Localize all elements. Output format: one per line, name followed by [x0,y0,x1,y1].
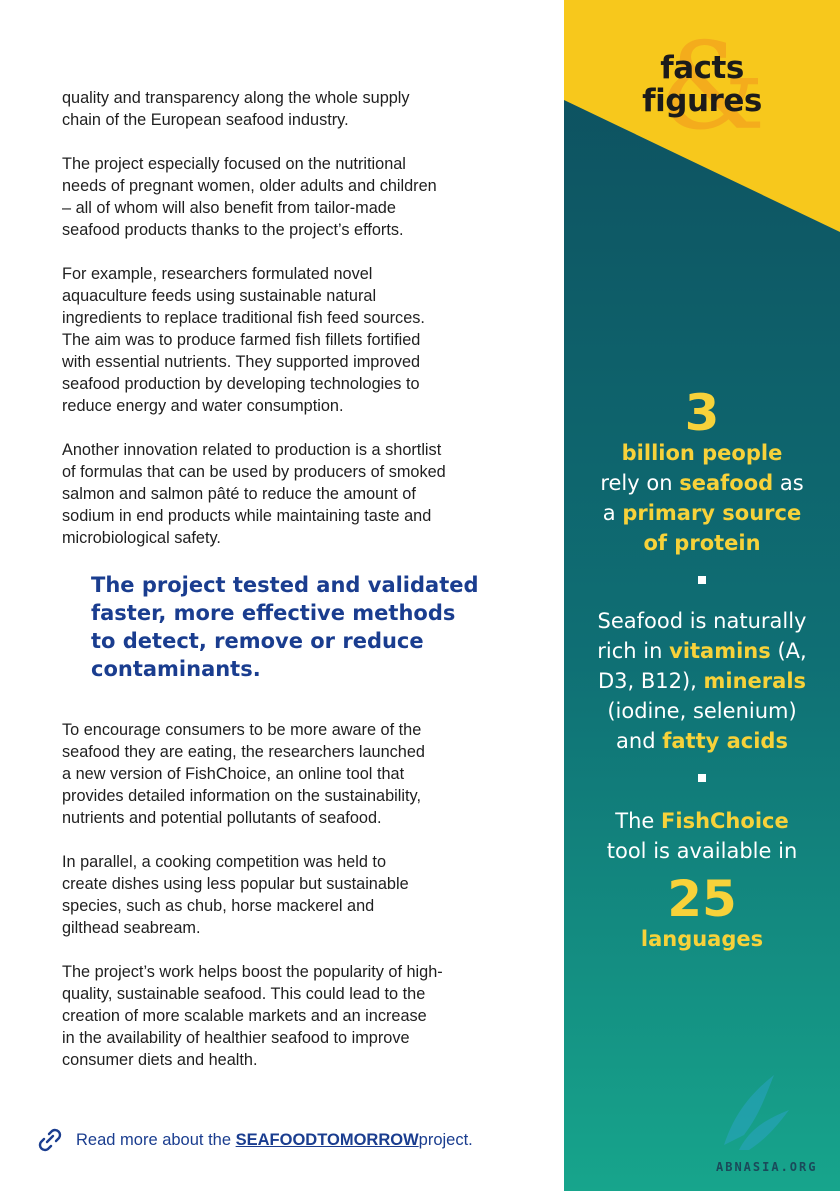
fact-text: as [773,471,804,495]
fact-fatty-acids: fatty acids [662,729,788,753]
fact-text: a [602,501,623,525]
fact-fishchoice: FishChoice [661,809,789,833]
facts-sidebar: & facts figures 3 billion people rely on… [564,0,840,1191]
paragraph: For example, researchers formulated nove… [62,265,425,415]
fact-protein: 3 billion people rely on seafood as a pr… [564,388,840,558]
fact-nutrients: Seafood is naturally rich in vitamins (A… [564,606,840,756]
paragraph: In parallel, a cooking competition was h… [62,853,409,937]
read-more-prefix: Read more about the [76,1130,232,1149]
fact-text: The [615,809,662,833]
fact-languages-label: languages [640,927,764,951]
fact-text: rely on [600,471,680,495]
fact-number-3: 3 [684,384,720,442]
fact-seafood: seafood [679,471,774,495]
fact-languages: The FishChoice tool is available in 25 l… [564,806,840,954]
bird-logo-icon [724,1075,789,1150]
bullet-separator [698,774,706,782]
fact-billion-people: billion people [621,441,783,465]
fact-number-25: 25 [667,870,737,928]
fact-of-protein: of protein [643,531,761,555]
fact-minerals: minerals [703,669,807,693]
paragraph: Another innovation related to production… [62,441,446,547]
paragraph: To encourage consumers to be more aware … [62,721,425,827]
read-more-line: Read more about the SEAFOODTOMORROW proj… [36,1127,473,1153]
fact-text: Seafood is naturally [597,609,807,633]
fact-primary-source: primary source [622,501,802,525]
watermark: ABNASIA.ORG [716,1160,818,1174]
fact-rich-line: rich in vitamins (A, [564,636,840,666]
fact-text: and [616,729,663,753]
fact-fatty-line: and fatty acids [564,726,840,756]
title-facts: facts [660,50,744,86]
pull-quote: The project tested and validated faster,… [91,573,479,681]
fact-rely-line: rely on seafood as [564,468,840,498]
fact-minerals-line: D3, B12), minerals [564,666,840,696]
fact-text: (iodine, selenium) [607,699,797,723]
bullet-separator [698,576,706,584]
fact-vitamins: vitamins [669,639,771,663]
fact-text: tool is available in [606,839,798,863]
main-column: quality and transparency along the whole… [62,87,518,1093]
seafoodtomorrow-link[interactable]: SEAFOODTOMORROW [236,1131,419,1150]
title-figures: figures [642,83,762,119]
paragraph: quality and transparency along the whole… [62,89,410,129]
fact-text: (A, [770,639,807,663]
facts-figures-title: facts figures [564,52,840,118]
paragraph: The project’s work helps boost the popul… [62,963,443,1069]
fact-text: rich in [597,639,670,663]
paragraph: The project especially focused on the nu… [62,155,437,239]
read-more-suffix: project. [418,1130,473,1149]
fact-primary-line: a primary source [564,498,840,528]
fact-text: D3, B12), [597,669,704,693]
sidebar-background [564,0,840,1191]
fact-the-line: The FishChoice [564,806,840,836]
link-icon [38,1128,62,1152]
